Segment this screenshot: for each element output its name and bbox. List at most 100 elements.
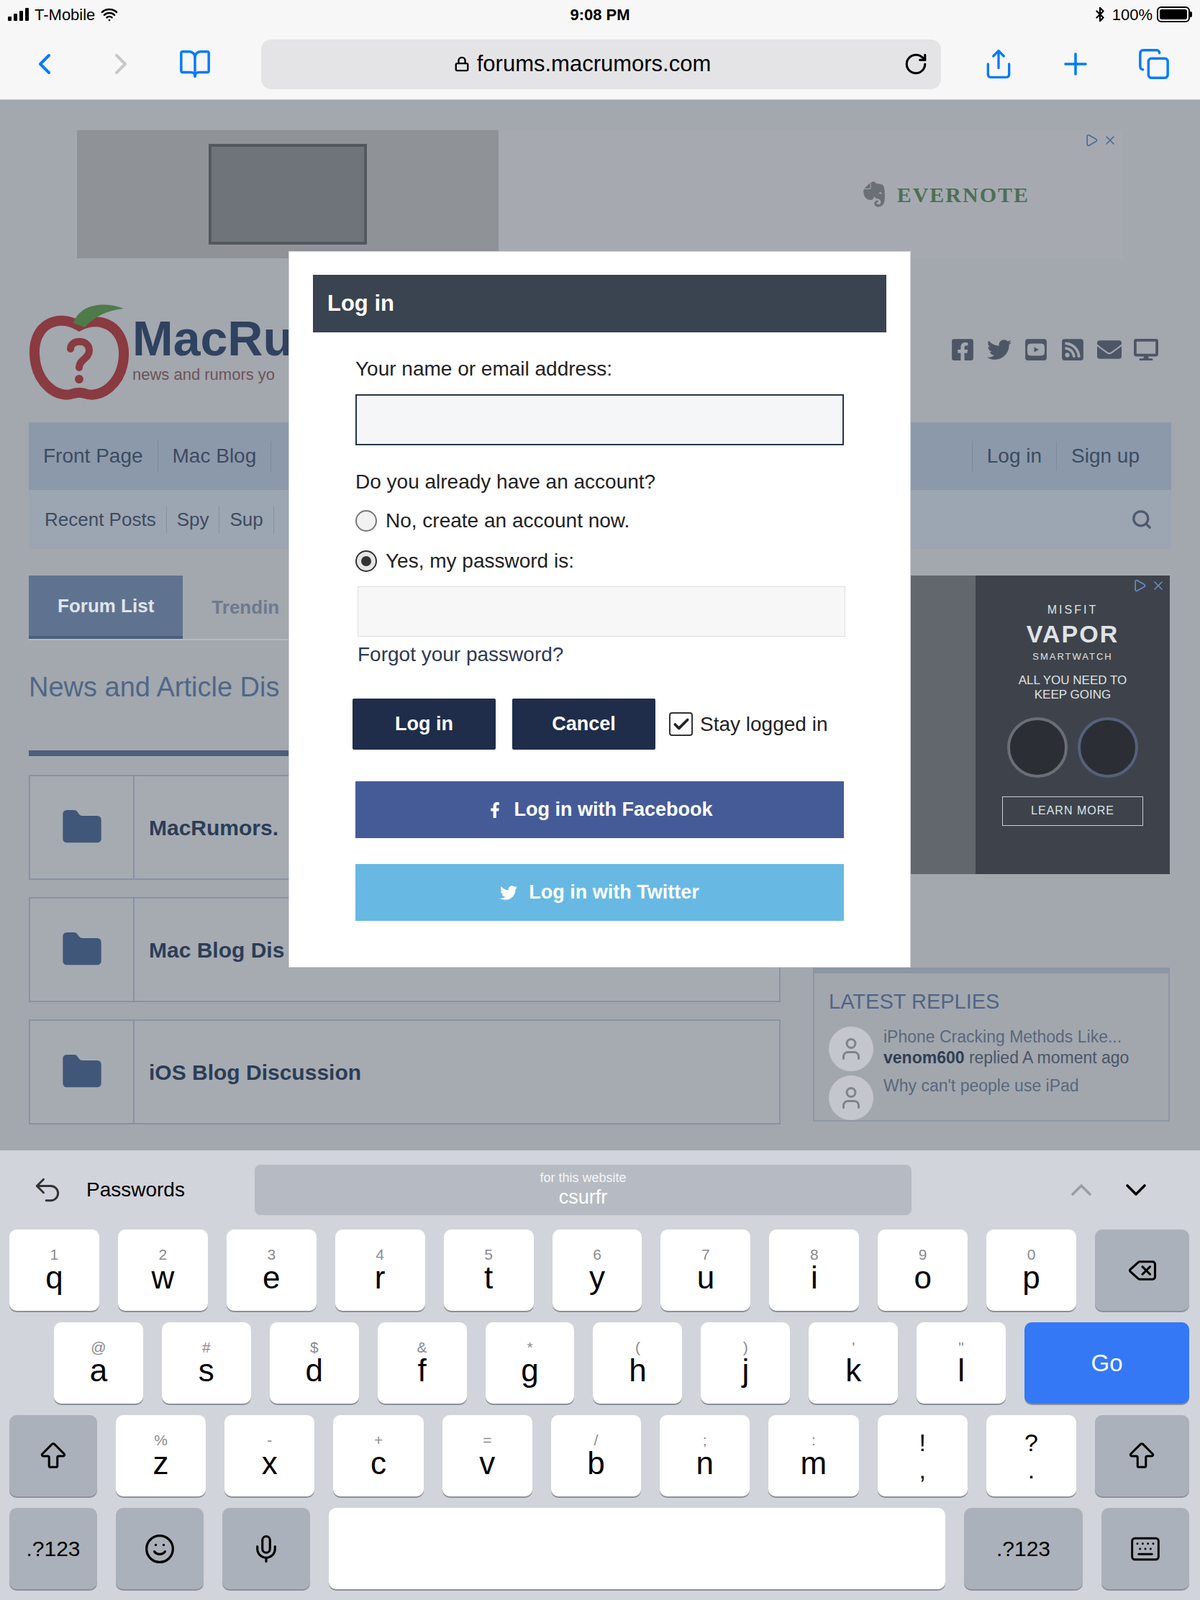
adchoices-icon[interactable]: [1084, 133, 1099, 148]
nav-item[interactable]: Front Page: [28, 441, 159, 472]
desktop-icon[interactable]: [1133, 337, 1159, 362]
share-icon[interactable]: [982, 48, 1015, 80]
social-links: [950, 337, 1172, 362]
password-input[interactable]: [357, 586, 846, 637]
shift-key[interactable]: [9, 1415, 98, 1497]
ad-choices[interactable]: [1084, 133, 1118, 148]
previous-field-icon[interactable]: [1064, 1172, 1099, 1208]
search-icon[interactable]: [1130, 508, 1153, 531]
close-ad-icon[interactable]: [1102, 133, 1118, 148]
passwords-button[interactable]: Passwords: [86, 1174, 185, 1206]
key[interactable]: $d: [269, 1322, 359, 1404]
bookmarks-icon[interactable]: [178, 47, 212, 81]
wifi-icon: [100, 5, 118, 24]
key[interactable]: ;n: [659, 1415, 750, 1497]
subnav-item[interactable]: Sup: [219, 505, 274, 534]
facebook-icon[interactable]: [950, 337, 975, 362]
key[interactable]: 'k: [808, 1322, 898, 1404]
watch-images: [1007, 717, 1139, 778]
battery-percent: 100%: [1112, 2, 1153, 27]
space-key[interactable]: [328, 1507, 946, 1590]
twitter-login-button[interactable]: Log in with Twitter: [355, 864, 844, 921]
key[interactable]: !,: [877, 1415, 968, 1497]
account-option[interactable]: Yes, my password is:: [355, 546, 844, 577]
mail-icon[interactable]: [1097, 337, 1122, 362]
numbers-key[interactable]: .?123: [964, 1507, 1083, 1590]
subnav-item[interactable]: Recent Posts: [34, 505, 167, 534]
checkbox[interactable]: [669, 712, 693, 736]
top-ad[interactable]: EVERNOTE: [76, 130, 1124, 259]
youtube-icon[interactable]: [1023, 337, 1049, 362]
key[interactable]: (h: [592, 1322, 683, 1404]
adchoices-icon[interactable]: [1132, 578, 1147, 593]
login-dialog: Log inYour name or email address:Do you …: [288, 251, 911, 968]
subnav-item[interactable]: Spy: [166, 505, 221, 534]
forgot-password-link[interactable]: Forgot your password?: [357, 639, 844, 670]
keyboard-icon: [1129, 1533, 1162, 1565]
dismiss-keyboard-key[interactable]: [1101, 1507, 1190, 1590]
radio-button[interactable]: [355, 510, 377, 532]
reload-icon[interactable]: [903, 51, 929, 77]
site-logo[interactable]: MacRunews and rumors yo: [28, 298, 293, 401]
key[interactable]: )j: [700, 1322, 790, 1404]
go-key[interactable]: Go: [1024, 1322, 1190, 1404]
back-icon[interactable]: [27, 46, 62, 82]
nav-account-item[interactable]: Sign up: [1056, 441, 1154, 472]
ad-button[interactable]: LEARN MORE: [1002, 796, 1144, 826]
facebook-login-button[interactable]: Log in with Facebook: [355, 781, 844, 839]
key[interactable]: 8i: [769, 1229, 859, 1311]
key[interactable]: 6y: [552, 1229, 643, 1311]
key[interactable]: 7u: [660, 1229, 751, 1311]
key[interactable]: -x: [224, 1415, 315, 1497]
shift-key[interactable]: [1094, 1415, 1190, 1497]
nav-account-item[interactable]: Log in: [971, 441, 1057, 472]
rss-icon[interactable]: [1060, 337, 1085, 362]
name-input[interactable]: [355, 394, 844, 446]
key[interactable]: =v: [442, 1415, 533, 1497]
twitter-icon[interactable]: [987, 337, 1012, 362]
key[interactable]: 2w: [117, 1229, 208, 1311]
numbers-key[interactable]: .?123: [9, 1507, 98, 1590]
key[interactable]: 4r: [335, 1229, 426, 1311]
stay-logged-in[interactable]: Stay logged in: [669, 709, 828, 740]
key[interactable]: #s: [161, 1322, 252, 1404]
reply-thread[interactable]: iPhone Cracking Methods Like...: [883, 1026, 1129, 1049]
key[interactable]: 5t: [443, 1229, 534, 1311]
account-option[interactable]: No, create an account now.: [355, 505, 844, 536]
key[interactable]: +c: [333, 1415, 424, 1497]
backspace-key[interactable]: [1094, 1229, 1190, 1311]
cancel-button[interactable]: Cancel: [512, 698, 656, 750]
tabs-icon[interactable]: [1137, 47, 1171, 81]
close-ad-icon[interactable]: [1151, 578, 1166, 593]
forum-row[interactable]: iOS Blog Discussion: [28, 1019, 781, 1125]
reply-user[interactable]: venom600: [883, 1048, 965, 1067]
radio-button[interactable]: [355, 550, 377, 572]
login-button[interactable]: Log in: [352, 698, 496, 750]
password-suggestion[interactable]: for this websitecsurfr: [254, 1164, 912, 1216]
key[interactable]: %z: [115, 1415, 206, 1497]
next-field-icon[interactable]: [1118, 1172, 1154, 1208]
forum-tab[interactable]: Forum List: [28, 575, 183, 639]
key[interactable]: :m: [768, 1415, 859, 1497]
reply-item[interactable]: iPhone Cracking Methods Like...venom600 …: [828, 1026, 1154, 1072]
undo-icon[interactable]: [31, 1174, 64, 1206]
nav-item[interactable]: Mac Blog: [158, 441, 272, 472]
ad-choices[interactable]: [1132, 578, 1166, 593]
key[interactable]: 3e: [226, 1229, 317, 1311]
key[interactable]: 9o: [877, 1229, 968, 1311]
emoji-key[interactable]: [115, 1507, 204, 1590]
key[interactable]: "l: [916, 1322, 1006, 1404]
key[interactable]: &f: [377, 1322, 467, 1404]
key[interactable]: 0p: [986, 1229, 1077, 1311]
key[interactable]: @a: [53, 1322, 144, 1404]
reply-thread[interactable]: Why can't people use iPad: [883, 1075, 1080, 1098]
dictation-key[interactable]: [222, 1507, 311, 1590]
key[interactable]: *g: [485, 1322, 575, 1404]
key[interactable]: ?.: [986, 1415, 1077, 1497]
address-bar[interactable]: forums.macrumors.com: [261, 39, 942, 90]
key[interactable]: 1q: [9, 1229, 100, 1311]
key[interactable]: /b: [551, 1415, 642, 1497]
forward-icon[interactable]: [103, 46, 139, 82]
new-tab-icon[interactable]: [1058, 46, 1093, 82]
reply-item[interactable]: Why can't people use iPad: [828, 1075, 1154, 1121]
